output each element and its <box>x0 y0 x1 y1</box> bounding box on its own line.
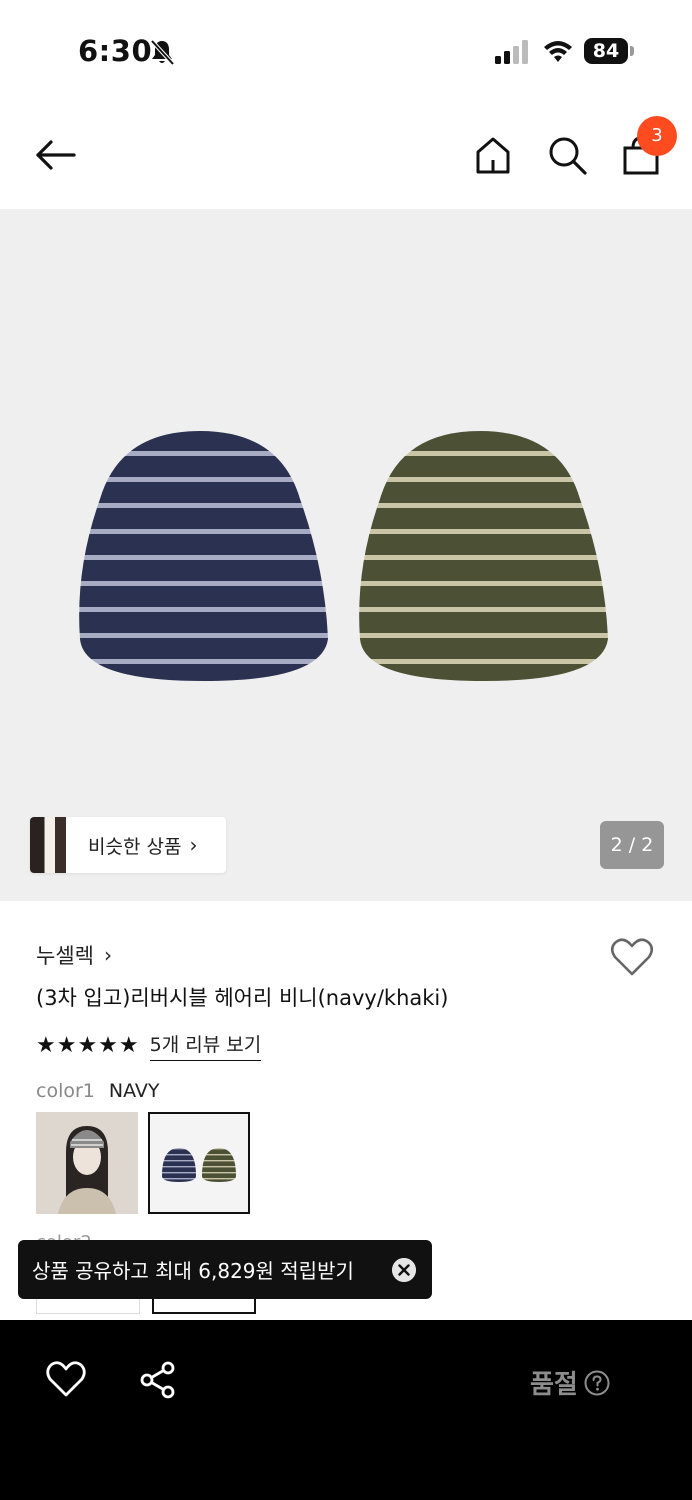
status-bar: 6:30 84 <box>0 0 692 100</box>
product-image-gallery[interactable]: 비슷한 상품 › 2 / 2 <box>0 209 692 901</box>
status-time: 6:30 <box>78 34 153 68</box>
model-photo <box>36 1112 138 1214</box>
star-rating: ★★★★★ <box>36 1033 140 1058</box>
battery-cap <box>630 46 634 56</box>
soldout-status: 품절 <box>530 1364 610 1401</box>
review-link[interactable]: 5개 리뷰 보기 <box>149 1030 262 1061</box>
chevron-right-icon: › <box>103 943 112 967</box>
signal-icon <box>495 40 528 64</box>
product-image <box>79 431 608 681</box>
color-option-model[interactable] <box>36 1112 138 1214</box>
help-question-icon[interactable] <box>584 1370 610 1396</box>
close-icon[interactable] <box>392 1258 416 1282</box>
color1-key: color1 <box>36 1080 95 1102</box>
image-page-indicator: 2 / 2 <box>600 821 664 869</box>
brand-name: 누셀렉 <box>36 944 94 968</box>
product-title: (3차 입고)리버시블 헤어리 비니(navy/khaki) <box>36 986 449 1010</box>
similar-products-thumbnail <box>30 817 66 873</box>
bottom-action-bar: 품절 <box>0 1320 692 1500</box>
share-icon[interactable] <box>138 1360 178 1400</box>
back-arrow-icon[interactable] <box>32 132 78 178</box>
rating-row: ★★★★★ 5개 리뷰 보기 <box>36 1030 262 1061</box>
color1-value: NAVY <box>108 1080 160 1102</box>
search-icon[interactable] <box>544 132 590 178</box>
swatch-hats-thumbnail <box>162 1148 236 1182</box>
color-option-navy-khaki-selected[interactable] <box>148 1112 250 1214</box>
soldout-label: 품절 <box>530 1370 578 1400</box>
heart-icon[interactable] <box>46 1360 86 1398</box>
similar-products-button[interactable]: 비슷한 상품 › <box>30 817 226 873</box>
top-navigation <box>0 110 692 206</box>
similar-products-label: 비슷한 상품 <box>88 835 182 858</box>
bell-muted-icon <box>150 39 175 66</box>
share-reward-toast: 상품 공유하고 최대 6,829원 적립받기 <box>18 1240 432 1299</box>
battery-indicator: 84 <box>584 38 634 64</box>
color1-label-row: color1 NAVY <box>36 1080 160 1102</box>
wishlist-heart-icon[interactable] <box>610 936 654 978</box>
wifi-icon <box>544 41 572 62</box>
battery-level: 84 <box>584 38 628 64</box>
chevron-right-icon: › <box>189 833 198 857</box>
cart-count-badge: 3 <box>637 116 677 156</box>
home-icon[interactable] <box>470 132 516 178</box>
brand-link[interactable]: 누셀렉 › <box>36 940 112 970</box>
toast-message: 상품 공유하고 최대 6,829원 적립받기 <box>32 1259 354 1283</box>
